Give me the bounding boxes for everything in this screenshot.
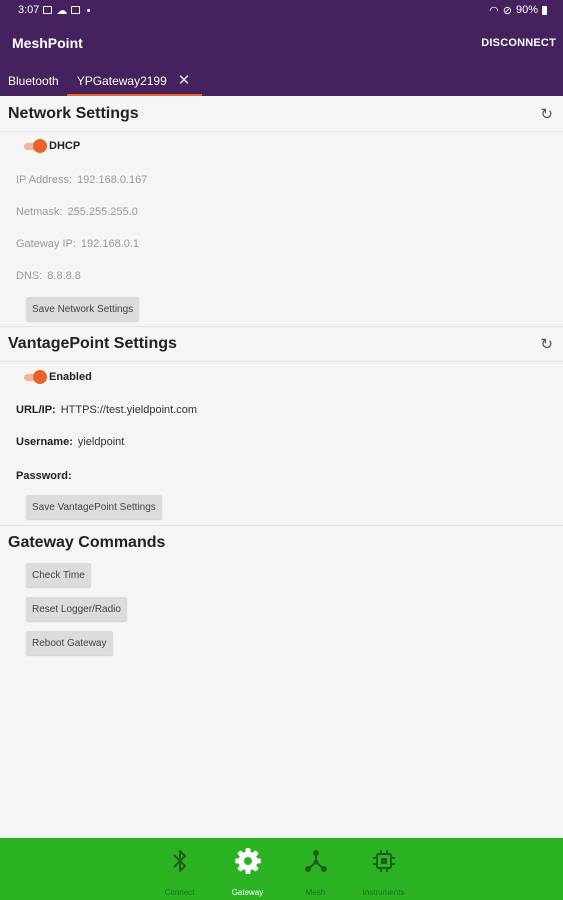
field-label: Netmask:	[16, 206, 63, 218]
tab-ypgateway2199[interactable]: YPGateway2199 ✕	[66, 65, 203, 96]
gateway-ip-field: Gateway IP: 192.168.0.1	[16, 238, 139, 250]
dhcp-toggle[interactable]	[24, 139, 47, 153]
nav-label: Connect	[164, 888, 195, 897]
section-title: VantagePoint Settings	[8, 335, 177, 352]
enabled-toggle-row: Enabled	[24, 370, 92, 384]
nav-mesh[interactable]: Mesh	[282, 838, 350, 900]
network-settings-header: Network Settings ↻	[0, 97, 563, 131]
bluetooth-icon	[166, 847, 194, 875]
status-time: 3:07	[18, 4, 40, 16]
refresh-icon[interactable]: ↻	[540, 335, 553, 353]
gateway-commands-header: Gateway Commands	[0, 526, 563, 560]
netmask-input[interactable]: 255.255.255.0	[67, 206, 137, 218]
nav-label: Mesh	[305, 888, 326, 897]
tab-bar: Bluetooth YPGateway2199 ✕	[0, 65, 563, 96]
tab-label: YPGateway2199	[76, 73, 167, 88]
cloud-notification-icon: ☁	[56, 4, 68, 17]
gallery-notification-icon	[43, 6, 53, 14]
app-notification-icon	[71, 6, 81, 14]
battery-icon	[542, 5, 547, 15]
dhcp-toggle-row: DHCP	[24, 139, 81, 153]
gateway-settings-panel: Network Settings ↻ DHCP IP Address: 192.…	[0, 96, 563, 838]
wifi-icon: ◠	[489, 4, 499, 17]
divider	[0, 361, 563, 362]
app-bar: MeshPoint DISCONNECT	[0, 20, 563, 65]
reboot-gateway-button[interactable]: Reboot Gateway	[26, 631, 113, 655]
field-label: IP Address:	[16, 174, 73, 186]
field-label: Username:	[16, 436, 73, 448]
username-input[interactable]: yieldpoint	[78, 436, 124, 448]
dhcp-label: DHCP	[49, 140, 81, 152]
field-label: Gateway IP:	[16, 238, 76, 250]
close-icon[interactable]: ✕	[178, 73, 191, 88]
more-notifications-icon	[87, 8, 91, 12]
reset-logger-radio-button[interactable]: Reset Logger/Radio	[26, 597, 127, 621]
dns-field: DNS: 8.8.8.8	[16, 270, 81, 282]
field-label: DNS:	[16, 270, 43, 282]
ip-address-input[interactable]: 192.168.0.167	[77, 174, 147, 186]
section-title: Network Settings	[8, 105, 139, 122]
disconnect-button[interactable]: DISCONNECT	[481, 37, 556, 49]
gear-icon	[234, 847, 262, 875]
ip-address-field: IP Address: 192.168.0.167	[16, 174, 147, 186]
app-title: MeshPoint	[12, 34, 83, 51]
field-label: URL/IP:	[16, 404, 56, 416]
dns-input[interactable]: 8.8.8.8	[47, 270, 81, 282]
tab-bluetooth[interactable]: Bluetooth	[0, 65, 67, 96]
url-input[interactable]: HTTPS://test.yieldpoint.com	[61, 404, 197, 416]
username-field: Username: yieldpoint	[16, 436, 124, 448]
tab-label: Bluetooth	[8, 73, 59, 88]
mesh-icon	[302, 847, 330, 875]
save-vantagepoint-settings-button[interactable]: Save VantagePoint Settings	[26, 495, 162, 519]
netmask-field: Netmask: 255.255.255.0	[16, 206, 138, 218]
password-field: Password:	[16, 469, 197, 483]
vantagepoint-settings-header: VantagePoint Settings ↻	[0, 327, 563, 361]
nav-label: Instruments	[362, 888, 405, 897]
gateway-ip-input[interactable]: 192.168.0.1	[81, 238, 139, 250]
password-input[interactable]	[77, 469, 197, 483]
url-field: URL/IP: HTTPS://test.yieldpoint.com	[16, 404, 197, 416]
section-title: Gateway Commands	[8, 534, 166, 551]
bottom-navigation: Connect Gateway Mesh Instruments	[0, 838, 563, 900]
battery-percent: 90%	[515, 4, 538, 16]
refresh-icon[interactable]: ↻	[540, 105, 553, 123]
enabled-label: Enabled	[49, 371, 92, 383]
nav-instruments[interactable]: Instruments	[350, 838, 418, 900]
save-network-settings-button[interactable]: Save Network Settings	[26, 297, 140, 321]
check-time-button[interactable]: Check Time	[26, 563, 91, 587]
enabled-toggle[interactable]	[24, 370, 47, 384]
field-label: Password:	[16, 470, 72, 482]
divider	[0, 131, 563, 132]
dnd-icon: ⊘	[502, 4, 512, 17]
nav-label: Gateway	[231, 888, 264, 897]
nav-connect[interactable]: Connect	[146, 838, 214, 900]
nav-gateway[interactable]: Gateway	[214, 838, 282, 900]
status-bar: 3:07 ☁ ◠ ⊘ 90%	[0, 0, 563, 20]
chip-icon	[370, 847, 398, 875]
